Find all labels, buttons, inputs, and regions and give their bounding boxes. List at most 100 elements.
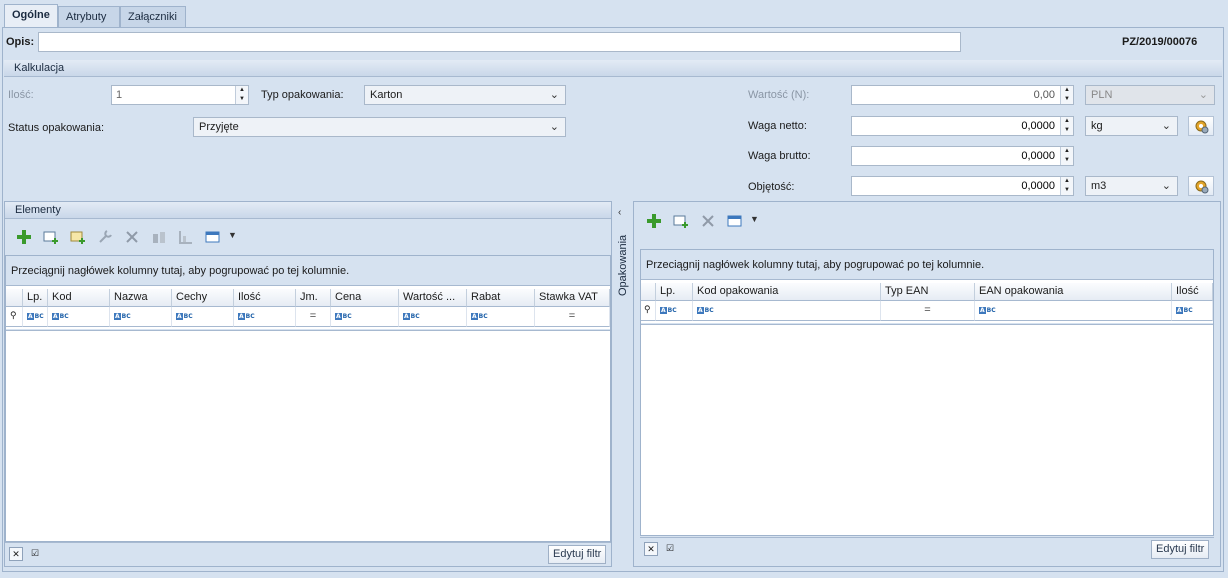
column-header[interactable]: Cena <box>331 289 399 307</box>
chevron-down-icon: ⌄ <box>1161 180 1171 192</box>
chevron-down-icon[interactable]: ▼ <box>228 230 237 240</box>
filter-cell[interactable]: A BC <box>656 301 693 321</box>
column-header[interactable]: Kod opakowania <box>693 283 881 301</box>
opakowania-side-label[interactable]: Opakowania <box>617 228 629 296</box>
tab-ogolne[interactable]: Ogólne <box>4 4 58 28</box>
opakowania-splitter[interactable]: ‹ Opakowania <box>613 201 632 567</box>
tab-atrybuty[interactable]: Atrybuty <box>58 6 120 27</box>
column-header[interactable]: Cechy <box>172 289 234 307</box>
chevron-down-icon: ⌄ <box>1198 89 1208 101</box>
add-from-list-icon[interactable] <box>673 213 689 229</box>
column-header[interactable]: Lp. <box>656 283 693 301</box>
wrench-icon[interactable] <box>97 229 113 245</box>
delete-icon[interactable] <box>700 213 716 229</box>
filter-cell[interactable]: A BC <box>23 307 48 327</box>
opis-input[interactable] <box>38 32 961 52</box>
currency-select: PLN ⌄ <box>1085 85 1215 105</box>
wartosc-input[interactable] <box>851 85 1074 105</box>
column-header[interactable]: Nazwa <box>110 289 172 307</box>
waga-brutto-spinner[interactable]: ▲ ▼ <box>1060 147 1073 165</box>
objetosc-input[interactable] <box>851 176 1074 196</box>
status-opakowania-value: Przyjęte <box>199 121 239 133</box>
chevron-down-icon[interactable]: ▼ <box>750 214 759 224</box>
filter-cell[interactable]: A BC <box>331 307 399 327</box>
filter-row-indicator: ⚲ <box>6 307 23 327</box>
view-icon[interactable] <box>727 213 743 229</box>
column-header[interactable]: Ilość <box>1172 283 1213 301</box>
edit-filter-button[interactable]: Edytuj filtr <box>548 545 607 564</box>
elementy-header: Elementy <box>5 202 611 219</box>
column-header[interactable]: Kod <box>48 289 110 307</box>
filter-cell[interactable]: A BC <box>975 301 1172 321</box>
filter-cell[interactable]: = <box>296 307 331 327</box>
objetosc-unit-select[interactable]: m3 ⌄ <box>1085 176 1178 196</box>
objetosc-spinner[interactable]: ▲ ▼ <box>1060 177 1073 195</box>
add-new-icon[interactable] <box>70 229 86 245</box>
close-filter-icon[interactable]: ✕ <box>9 547 23 561</box>
chevron-left-icon[interactable]: ‹ <box>618 207 621 218</box>
column-header[interactable]: Stawka VAT <box>535 289 610 307</box>
abc-icon: A BC <box>1176 307 1193 314</box>
column-header[interactable]: Wartość ... <box>399 289 467 307</box>
status-opakowania-select[interactable]: Przyjęte ⌄ <box>193 117 566 137</box>
abc-icon: A BC <box>27 313 44 320</box>
waga-unit-select[interactable]: kg ⌄ <box>1085 116 1178 136</box>
filter-cell[interactable]: A BC <box>110 307 172 327</box>
column-header[interactable]: Typ EAN <box>881 283 975 301</box>
chart-icon[interactable] <box>178 229 194 245</box>
objetosc-label: Objętość: <box>748 181 795 193</box>
waga-settings-button[interactable] <box>1188 116 1214 136</box>
add-from-list-icon[interactable] <box>43 229 59 245</box>
checkbox-icon[interactable]: ☑ <box>28 547 42 561</box>
abc-icon: A BC <box>52 313 69 320</box>
edit-filter-button[interactable]: Edytuj filtr <box>1151 540 1210 559</box>
filter-cell[interactable]: A BC <box>1172 301 1213 321</box>
abc-icon: A BC <box>335 313 352 320</box>
elementy-toolbar: ▼ <box>5 222 611 252</box>
wartosc-spinner[interactable]: ▲ ▼ <box>1060 86 1073 104</box>
filter-cell[interactable]: = <box>881 301 975 321</box>
wartosc-label: Wartość (N): <box>748 89 810 101</box>
waga-netto-input[interactable] <box>851 116 1074 136</box>
row-indicator-header <box>641 283 656 301</box>
gear-icon <box>1195 180 1209 194</box>
elementy-grid: Przeciągnij nagłówek kolumny tutaj, aby … <box>5 255 611 542</box>
column-header[interactable]: EAN opakowania <box>975 283 1172 301</box>
waga-netto-label: Waga netto: <box>748 120 807 132</box>
split-icon[interactable] <box>151 229 167 245</box>
column-header[interactable]: Ilość <box>234 289 296 307</box>
ilosc-spinner[interactable]: ▲ ▼ <box>235 86 248 104</box>
filter-cell[interactable]: A BC <box>467 307 535 327</box>
view-icon[interactable] <box>205 229 221 245</box>
typ-opakowania-select[interactable]: Karton ⌄ <box>364 85 566 105</box>
abc-icon: A BC <box>403 313 420 320</box>
objetosc-unit-value: m3 <box>1091 180 1107 192</box>
plus-icon[interactable] <box>16 229 32 245</box>
filter-cell[interactable]: A BC <box>399 307 467 327</box>
plus-icon[interactable] <box>646 213 662 229</box>
filter-cell[interactable]: = <box>535 307 610 327</box>
waga-netto-spinner[interactable]: ▲ ▼ <box>1060 117 1073 135</box>
column-header[interactable]: Jm. <box>296 289 331 307</box>
tab-zalaczniki[interactable]: Załączniki <box>120 6 186 27</box>
equals-icon: = <box>924 304 931 316</box>
ilosc-input[interactable] <box>111 85 249 105</box>
opakowania-footer: ✕ ☑ Edytuj filtr <box>640 537 1214 561</box>
document-number: PZ/2019/00076 <box>1122 36 1198 48</box>
abc-icon: A BC <box>176 313 193 320</box>
filter-cell[interactable]: A BC <box>693 301 881 321</box>
waga-brutto-input[interactable] <box>851 146 1074 166</box>
column-header[interactable]: Rabat <box>467 289 535 307</box>
filter-cell[interactable]: A BC <box>234 307 296 327</box>
filter-cell[interactable]: A BC <box>48 307 110 327</box>
objetosc-settings-button[interactable] <box>1188 176 1214 196</box>
column-header[interactable]: Lp. <box>23 289 48 307</box>
opis-label: Opis: <box>6 36 35 48</box>
row-indicator-header <box>6 289 23 307</box>
delete-icon[interactable] <box>124 229 140 245</box>
equals-icon: = <box>568 310 576 322</box>
checkbox-icon[interactable]: ☑ <box>663 542 677 556</box>
filter-cell[interactable]: A BC <box>172 307 234 327</box>
abc-icon: A BC <box>660 307 677 314</box>
close-filter-icon[interactable]: ✕ <box>644 542 658 556</box>
